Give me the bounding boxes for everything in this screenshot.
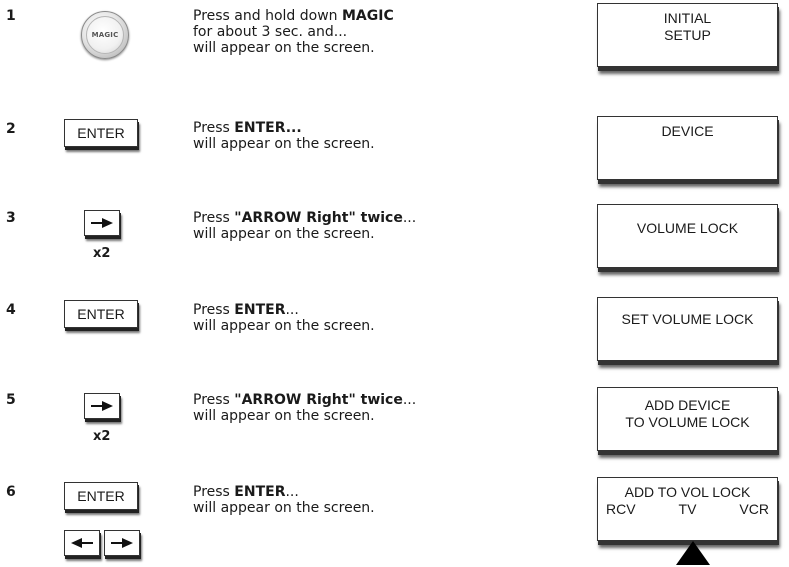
- screen-line: TO VOLUME LOCK: [625, 414, 750, 430]
- step-instruction: Press ENTER... will appear on the screen…: [193, 120, 375, 152]
- screen-display: SET VOLUME LOCK: [597, 297, 778, 361]
- arrow-left-icon: [71, 538, 93, 548]
- screen-line: DEVICE: [661, 123, 714, 139]
- screen-line: INITIAL: [663, 10, 712, 26]
- screen-display: INITIAL SETUP: [597, 3, 778, 67]
- step-instruction: Press ENTER... will appear on the screen…: [193, 484, 375, 516]
- screen-display: DEVICE: [597, 116, 778, 180]
- arrow-right-icon: [91, 218, 113, 228]
- step-number: 5: [6, 392, 16, 408]
- step-number: 2: [6, 121, 16, 137]
- arrow-right-key: [84, 210, 120, 236]
- arrow-right-icon: [111, 538, 133, 548]
- device-option: RCV: [606, 501, 636, 517]
- enter-button: ENTER: [64, 482, 138, 510]
- screen-line: SETUP: [664, 27, 711, 43]
- arrow-right-icon: [91, 401, 113, 411]
- magic-button-icon: MAGIC: [81, 11, 129, 59]
- step-number: 1: [6, 8, 16, 24]
- step-instruction: Press ENTER... will appear on the screen…: [193, 302, 375, 334]
- screen-line: SET VOLUME LOCK: [621, 311, 754, 327]
- arrow-left-key: [64, 530, 100, 556]
- device-option: VCR: [739, 501, 769, 517]
- screen-display: VOLUME LOCK: [597, 204, 778, 268]
- step-number: 3: [6, 210, 16, 226]
- enter-button: ENTER: [64, 119, 138, 147]
- arrow-right-key: [84, 393, 120, 419]
- enter-button: ENTER: [64, 300, 138, 328]
- step-instruction: Press and hold down MAGIC for about 3 se…: [193, 8, 394, 56]
- step-number: 4: [6, 302, 16, 318]
- screen-line: VOLUME LOCK: [636, 220, 739, 236]
- step-instruction: Press "ARROW Right" twice... will appear…: [193, 392, 417, 424]
- screen-line: ADD DEVICE: [644, 397, 731, 413]
- selection-pointer-icon: [676, 541, 710, 565]
- screen-display: ADD TO VOL LOCK RCV TV VCR: [597, 477, 778, 541]
- repeat-count: x2: [93, 246, 111, 261]
- device-list: RCV TV VCR: [598, 501, 777, 518]
- arrow-right-key: [104, 530, 140, 556]
- device-option-selected: TV: [678, 501, 697, 517]
- screen-display: ADD DEVICE TO VOLUME LOCK: [597, 387, 778, 451]
- repeat-count: x2: [93, 429, 111, 444]
- screen-line: ADD TO VOL LOCK: [624, 484, 751, 500]
- step-number: 6: [6, 484, 16, 500]
- step-instruction: Press "ARROW Right" twice... will appear…: [193, 210, 417, 242]
- magic-button-label: MAGIC: [86, 16, 124, 54]
